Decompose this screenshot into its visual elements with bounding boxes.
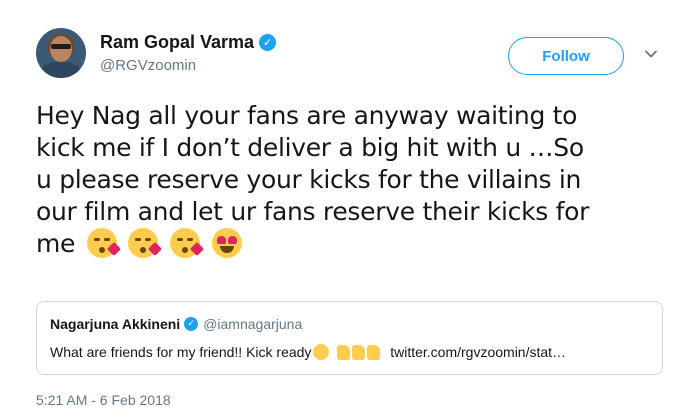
tweet-line-2: kick me if I don’t deliver a big hit wit… <box>36 133 584 162</box>
quoted-tweet-body: What are friends for my friend!! Kick re… <box>50 344 312 360</box>
kissing-heart-emoji <box>128 228 163 258</box>
avatar-face <box>50 36 72 62</box>
verified-badge-icon: ✓ <box>184 317 199 331</box>
author-handle[interactable]: @RGVzoomin <box>100 57 276 74</box>
quoted-author-name: Nagarjuna Akkineni <box>50 316 181 332</box>
kissing-heart-emoji <box>170 228 205 258</box>
tweet-line-5-text: me <box>36 229 76 258</box>
verified-badge-icon: ✓ <box>259 34 277 51</box>
author-info: Ram Gopal Varma ✓ @RGVzoomin <box>100 32 277 74</box>
quoted-tweet-card[interactable]: Nagarjuna Akkineni ✓ @iamnagarjuna What … <box>36 301 663 375</box>
quoted-tweet-link[interactable]: twitter.com/rgvzoomin/stat… <box>390 344 566 360</box>
tweet-line-1: Hey Nag all your fans are anyway waiting… <box>36 101 578 130</box>
thumbs-up-emoji <box>367 345 381 360</box>
tweet-line-3: u please reserve your kicks for the vill… <box>36 165 582 194</box>
quoted-tweet-header: Nagarjuna Akkineni ✓ @iamnagarjuna <box>50 316 302 332</box>
author-display-name[interactable]: Ram Gopal Varma <box>100 32 254 53</box>
quoted-tweet-text: What are friends for my friend!! Kick re… <box>50 344 655 360</box>
tweet-line-4: our film and let ur fans reserve their k… <box>36 197 590 226</box>
thumbs-up-emoji <box>352 345 366 360</box>
author-name-row: Ram Gopal Varma ✓ <box>100 32 277 53</box>
avatar-shirt <box>40 62 82 78</box>
avatar[interactable] <box>36 28 86 78</box>
quoted-author-handle: @iamnagarjuna <box>203 316 303 332</box>
tweet-line-5: me <box>36 228 666 260</box>
follow-button[interactable]: Follow <box>508 37 624 75</box>
heart-eyes-emoji <box>211 228 242 258</box>
chevron-down-icon[interactable] <box>643 46 659 62</box>
thumbs-up-emoji <box>337 345 351 360</box>
laughing-emoji <box>313 344 330 360</box>
tweet-timestamp[interactable]: 5:21 AM - 6 Feb 2018 <box>36 392 171 408</box>
kissing-heart-emoji <box>86 228 121 258</box>
avatar-glasses <box>51 44 71 49</box>
tweet-text: Hey Nag all your fans are anyway waiting… <box>36 100 666 260</box>
tweet-header: Ram Gopal Varma ✓ @RGVzoomin Follow <box>36 28 676 88</box>
